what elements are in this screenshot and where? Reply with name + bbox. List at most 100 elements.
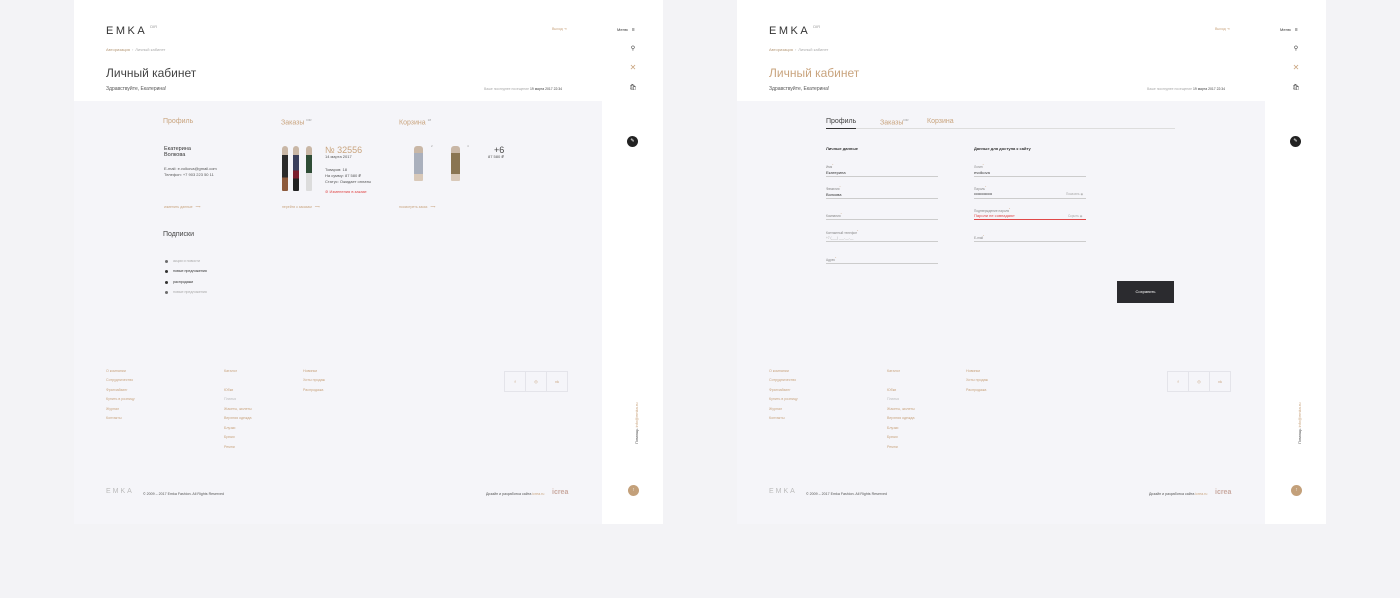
close-icon[interactable]: ✕ [629,64,637,72]
footer-link[interactable]: Сотрудничество [106,378,133,382]
field-underline [826,198,938,199]
copyright: © 2009 – 2017 Emka Fashion. All Rights R… [806,492,887,496]
footer-link[interactable]: Франчайзинг [106,388,128,392]
vk-icon[interactable]: vk [1209,371,1231,392]
footer-link[interactable]: Контакты [769,416,785,420]
breadcrumb-auth[interactable]: Авторизация [769,47,793,52]
orders-heading-label: Заказы [281,119,305,127]
footer-link[interactable]: Хиты продаж [303,378,325,382]
help-link: info@emka.ru [634,402,639,428]
footer-link[interactable]: Каталог [224,369,237,373]
checkbox-icon [165,280,168,284]
footer-link[interactable]: Журнал [769,407,782,411]
cart-icon[interactable]: 🛍 [1292,85,1300,91]
emka-logo[interactable]: EMKA DIR [106,24,157,37]
logout-icon: ⇥ [1226,27,1230,31]
icrea-logo[interactable]: icrea [552,489,568,496]
search-icon[interactable]: ⚲ [1292,46,1300,52]
footer-link[interactable]: Платья [887,397,899,401]
phone-label: Телефон: [164,172,182,177]
footer-link[interactable]: Купить в розницу [106,397,135,401]
subscription-toggle[interactable]: новые предложения [165,269,207,273]
subscription-toggle[interactable]: распродажи [165,280,193,284]
orders-heading[interactable]: Заказы DIR [281,118,312,126]
emka-logo[interactable]: EMKA DIR [769,24,820,37]
subscription-toggle[interactable]: новые предложения [165,290,207,294]
footer-link[interactable]: Верхняя одежда [887,416,915,420]
menu-button[interactable]: Меню ≡ [617,27,635,33]
logout-link[interactable]: Выход ⇥ [1215,27,1230,31]
arrow-up-icon[interactable]: ↑ [628,485,639,496]
footer-link[interactable]: Контакты [106,416,122,420]
footer-link[interactable]: Блузки [224,426,235,430]
footer-link[interactable]: Юбки [224,388,233,392]
footer-link[interactable]: Ремни [224,445,235,449]
footer-link[interactable]: Платья [224,397,236,401]
footer-link[interactable]: О компании [769,369,789,373]
edit-profile-link[interactable]: изменить данные ⟶ [164,205,201,209]
footer-link[interactable]: О компании [106,369,126,373]
arrow-up-icon[interactable]: ↑ [1291,485,1302,496]
eye-icon: ◉ [1079,214,1083,218]
search-icon[interactable]: ⚲ [629,46,637,52]
tab-profile[interactable]: Профиль [826,118,856,125]
design-link[interactable]: icrea.ru [1195,492,1207,496]
personal-data-heading: Личные данные [826,146,858,151]
hide-password-label: Скрыть [1068,214,1079,218]
footer-link[interactable]: Блузки [887,426,898,430]
facebook-icon[interactable]: f [1167,371,1189,392]
footer-link[interactable]: Брюки [887,435,898,439]
save-button[interactable]: Сохранить [1117,281,1174,303]
edit-profile-label: изменить данные [164,205,193,209]
instagram-icon[interactable]: ◎ [1188,371,1210,392]
footer-logo[interactable]: EMKA [769,488,797,495]
menu-button[interactable]: Меню ≡ [1280,27,1298,33]
footer-link[interactable]: Жакеты, жилеты [224,407,252,411]
footer-link[interactable]: Хиты продаж [966,378,988,382]
view-cart-label: посмотреть заказ [399,205,428,209]
footer-link[interactable]: Новинки [966,369,980,373]
logo-sup: DIR [813,24,821,29]
profile-heading[interactable]: Профиль [163,118,193,125]
footer-link[interactable]: Сотрудничество [769,378,796,382]
tab-orders[interactable]: ЗаказыDIR [880,118,909,126]
instagram-icon[interactable]: ◎ [525,371,547,392]
pencil-icon[interactable]: ✎ [627,136,638,147]
tab-cart[interactable]: Корзина [927,118,954,125]
close-icon[interactable]: ✕ [1292,64,1300,72]
icrea-logo[interactable]: icrea [1215,489,1231,496]
subscription-toggle[interactable]: акции и новости [165,259,200,263]
orders-link-label: перейти к заказам [282,205,312,209]
show-password-toggle[interactable]: Показать ◉ [1066,192,1083,196]
cart-icon[interactable]: 🛍 [629,85,637,91]
view-cart-link[interactable]: посмотреть заказ ⟶ [399,205,435,209]
footer-link[interactable]: Новинки [303,369,317,373]
footer-link[interactable]: Верхняя одежда [224,416,252,420]
orders-link[interactable]: перейти к заказам ⟶ [282,205,320,209]
footer-link[interactable]: Распродажа [303,388,323,392]
footer-link[interactable]: Ремни [887,445,898,449]
vk-icon[interactable]: vk [546,371,568,392]
cart-heading[interactable]: Корзина 18 [399,118,431,126]
hide-password-toggle[interactable]: Скрыть ◉ [1068,214,1083,218]
footer-link[interactable]: Юбки [887,388,896,392]
footer-link[interactable]: Купить в розницу [769,397,798,401]
help-vertical[interactable]: Помощь info@emka.ru [1297,402,1302,444]
footer-logo[interactable]: EMKA [106,488,134,495]
field-underline [826,263,938,264]
field-underline [826,219,938,220]
order-change-note[interactable]: ⊘ Изменения в заказе [325,189,367,194]
footer-link[interactable]: Брюки [224,435,235,439]
logout-link[interactable]: Выход ⇥ [552,27,567,31]
logout-icon: ⇥ [563,27,567,31]
footer-link[interactable]: Каталог [887,369,900,373]
footer-link[interactable]: Франчайзинг [769,388,791,392]
breadcrumb-auth[interactable]: Авторизация [106,47,130,52]
pencil-icon[interactable]: ✎ [1290,136,1301,147]
design-link[interactable]: icrea.ru [532,492,544,496]
facebook-icon[interactable]: f [504,371,526,392]
help-vertical[interactable]: Помощь info@emka.ru [634,402,639,444]
footer-link[interactable]: Распродажа [966,388,986,392]
footer-link[interactable]: Журнал [106,407,119,411]
footer-link[interactable]: Жакеты, жилеты [887,407,915,411]
